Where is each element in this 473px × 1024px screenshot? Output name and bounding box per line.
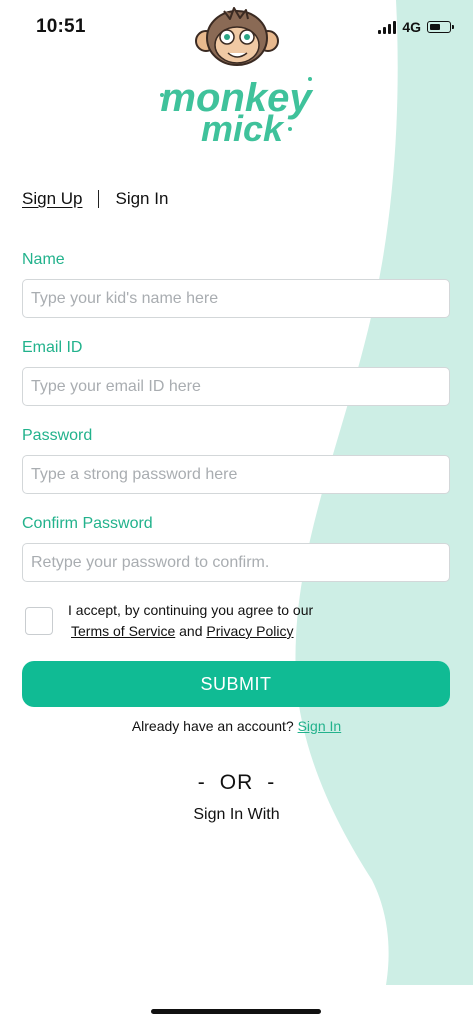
name-input[interactable] [22, 279, 450, 318]
tab-sign-up[interactable]: Sign Up [22, 189, 82, 209]
terms-of-service-link[interactable]: Terms of Service [71, 623, 175, 639]
confirm-password-label: Confirm Password [22, 515, 153, 532]
password-label: Password [22, 427, 93, 444]
status-indicators: 4G [378, 19, 454, 35]
sign-in-link[interactable]: Sign In [298, 718, 342, 734]
tab-sign-in[interactable]: Sign In [115, 189, 168, 209]
or-dash-right: - [267, 771, 276, 794]
email-input[interactable] [22, 367, 450, 406]
or-divider: - OR - [0, 771, 473, 795]
already-account-text: Already have an account? [131, 718, 294, 734]
name-label: Name [22, 251, 65, 268]
network-label: 4G [402, 19, 421, 35]
confirm-password-input[interactable] [22, 543, 450, 582]
auth-tabs: Sign Up Sign In [22, 189, 168, 209]
monkey-mick-logo: monkey mick [160, 7, 313, 147]
terms-text: I accept, by continuing you agree to our [68, 602, 314, 618]
sign-in-with-label: Sign In With [193, 806, 280, 823]
already-account-row: Already have an account? Sign In [0, 718, 473, 734]
monkey-face-icon [195, 7, 279, 66]
battery-icon [427, 21, 454, 33]
or-dash-left: - [197, 771, 206, 794]
terms-checkbox[interactable] [25, 607, 53, 635]
privacy-policy-link[interactable]: Privacy Policy [206, 623, 293, 639]
background-wave [295, 0, 473, 985]
password-input[interactable] [22, 455, 450, 494]
email-label: Email ID [22, 339, 83, 356]
signal-icon [378, 20, 397, 34]
status-time: 10:51 [36, 16, 86, 37]
or-text: OR [219, 771, 254, 794]
submit-button[interactable]: SUBMIT [22, 661, 450, 707]
home-indicator[interactable] [151, 1009, 321, 1014]
terms-links-line: Terms of Service and Privacy Policy [71, 623, 294, 639]
tab-divider [98, 190, 100, 208]
logo-word-mick: mick [201, 108, 285, 147]
terms-and-text: and [179, 623, 203, 639]
